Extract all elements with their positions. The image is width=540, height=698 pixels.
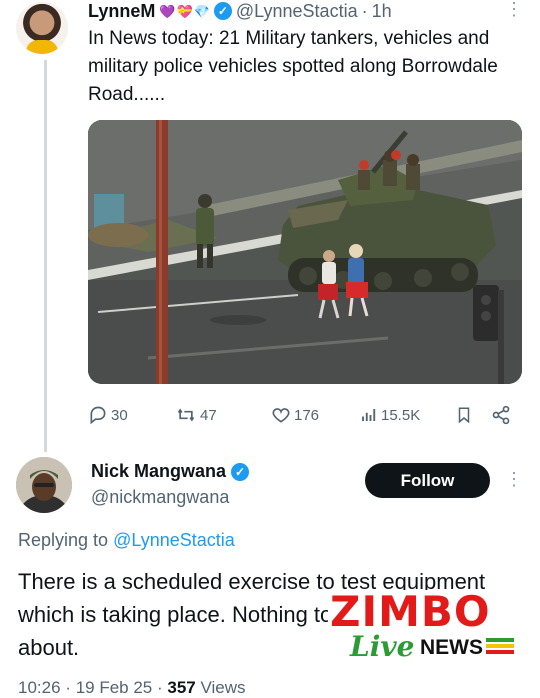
- tweet1-text: In News today: 21 Military tankers, vehi…: [88, 28, 498, 105]
- like-button[interactable]: 176: [271, 405, 319, 425]
- views-count: 15.5K: [381, 406, 421, 424]
- avatar-lynnem[interactable]: [16, 2, 68, 54]
- reply-icon: [90, 406, 106, 425]
- retweet-count: 47: [200, 406, 217, 424]
- purple-heart-emoji: 💜: [159, 3, 176, 19]
- replying-prefix: Replying to: [18, 530, 109, 550]
- watermark-script: Live: [350, 630, 415, 663]
- tweet2-views-count: 357: [167, 678, 196, 697]
- bookmark-icon: [458, 407, 470, 424]
- tweet2-handle[interactable]: @nickmangwana: [91, 487, 229, 508]
- avatar-nick-mangwana[interactable]: [16, 457, 72, 513]
- tweet1-time[interactable]: 1h: [372, 1, 392, 22]
- gem-emoji: 💎: [193, 3, 210, 19]
- thread-connector-line: [44, 60, 47, 452]
- tweet-photo[interactable]: [88, 120, 522, 384]
- name-emojis: 💜 💝 💎: [159, 5, 210, 18]
- follow-button[interactable]: Follow: [365, 463, 490, 498]
- meta-separator: ·: [156, 678, 163, 697]
- tweet1-handle[interactable]: @LynneStactia: [236, 1, 358, 22]
- reply-button[interactable]: 30: [88, 405, 128, 425]
- gift-heart-emoji: 💝: [176, 3, 193, 19]
- retweet-icon: [177, 408, 195, 422]
- tank-street-photo: [88, 120, 522, 384]
- more-options-icon[interactable]: ⋮: [505, 0, 523, 18]
- meta-separator: ·: [65, 678, 71, 697]
- share-button[interactable]: [491, 405, 511, 425]
- reply-count: 30: [111, 406, 128, 424]
- tweet1-author-name[interactable]: LynneM: [88, 1, 155, 22]
- verified-badge-icon: ✓: [231, 462, 250, 481]
- tweet2-views-label: Views: [200, 678, 246, 697]
- verified-badge-icon: ✓: [213, 2, 232, 20]
- tweet1-separator: ·: [361, 0, 368, 21]
- analytics-icon: [362, 409, 376, 421]
- tweet1-header: LynneM 💜 💝 💎 ✓ @LynneStactia · 1h: [88, 0, 392, 22]
- watermark-title: ZIMBO: [330, 587, 491, 636]
- tweet2-author[interactable]: Nick Mangwana ✓: [91, 461, 250, 482]
- tweet2-time[interactable]: 10:26: [18, 678, 61, 697]
- flag-stripes: [486, 638, 514, 656]
- retweet-button[interactable]: 47: [175, 405, 217, 425]
- bookmark-button[interactable]: [455, 405, 473, 425]
- tweet2-author-name: Nick Mangwana: [91, 461, 227, 481]
- views-button[interactable]: 15.5K: [360, 405, 420, 425]
- tweet2-date[interactable]: 19 Feb 25: [76, 678, 153, 697]
- profile-photo: [16, 457, 72, 513]
- tweet1-actions: 30 47 176 15.5K: [88, 404, 518, 426]
- watermark-news: NEWS: [420, 636, 483, 659]
- tweet2-meta: 10:26 · 19 Feb 25 · 357 Views: [18, 678, 246, 698]
- more-options-icon[interactable]: ⋮: [505, 470, 523, 488]
- zimbo-live-news-watermark: ZIMBO Live NEWS: [328, 590, 518, 670]
- replying-mention-link[interactable]: @LynneStactia: [113, 530, 235, 550]
- like-count: 176: [294, 406, 320, 424]
- heart-icon: [272, 408, 290, 423]
- share-icon: [492, 405, 510, 425]
- replying-to: Replying to @LynneStactia: [18, 530, 235, 551]
